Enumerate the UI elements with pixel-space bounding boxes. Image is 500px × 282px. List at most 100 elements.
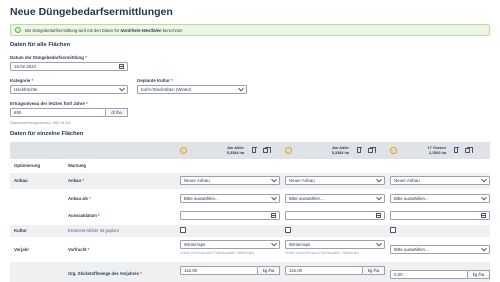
anbau-als-value: Bitte auswählen... [184, 196, 219, 201]
anbau-als-label-text: Anbau als [68, 196, 89, 201]
category-select[interactable]: Hackfrüchte [10, 85, 128, 94]
field-column-2: ✓ Am Adler 5,3384 ha [285, 142, 385, 159]
calendar-icon[interactable] [119, 64, 124, 69]
anbau-select-3[interactable]: Neuer Anbau [390, 176, 490, 185]
category-label-text: Kategorie [10, 78, 31, 83]
anbau-als-select-3[interactable]: Bitte auswählen... [390, 194, 490, 203]
anbau-select-2[interactable]: Neuer Anbau [285, 176, 385, 185]
anbau-label: Anbau * [68, 178, 84, 183]
yield-label: Ertragsniveau der letzten fünf Jahre * [10, 101, 88, 106]
info-suffix: berechnet! [162, 27, 183, 33]
vorfrucht-value: Winterraps [184, 242, 206, 247]
required-mark: * [31, 78, 34, 83]
vorfrucht-select-3[interactable]: Bitte auswählen... [390, 245, 490, 254]
calendar-icon[interactable] [481, 213, 486, 218]
anbau-value: Neuer Anbau [394, 178, 420, 183]
n-menge-value: 116,00 [184, 268, 198, 273]
yield-unit: dt /ha [106, 108, 128, 117]
required-mark: * [171, 78, 173, 83]
field-column-1: ✓ Am Adler 5,3384 ha [180, 142, 280, 159]
yield-label-text: Ertragsniveau der letzten fünf Jahre [10, 101, 85, 106]
copy-icon[interactable] [263, 147, 270, 154]
ernterest-label: Ernterest-Abfuhr ist geplant [68, 228, 119, 233]
aussaat-date-3[interactable] [390, 211, 490, 220]
anbau-label-text: Anbau [68, 178, 82, 183]
n-menge-label: Org. Stickstoffmenge des Vorjahres * [68, 271, 142, 276]
check-circle-icon[interactable]: ✓ [390, 147, 397, 154]
anbau-als-value: Bitte auswählen... [289, 196, 324, 201]
copy-icon[interactable] [368, 147, 375, 154]
date-field[interactable]: 16.02.2023 [10, 62, 128, 71]
chevron-down-icon [481, 176, 487, 182]
group-vorjahr: Vorjahr [14, 247, 30, 252]
crop-select[interactable]: Kohl-/Steckrüben (Winter) [137, 85, 247, 94]
date-label-text: Datum der Düngebedarfsermittlung [10, 55, 84, 60]
page-title-wrap: Neue Düngebedarfsermittlungen [10, 6, 173, 18]
anbau-select-1[interactable]: Neuer Anbau [180, 176, 280, 185]
chevron-down-icon [376, 240, 382, 246]
anbau-als-select-2[interactable]: Bitte auswählen... [285, 194, 385, 203]
vorfrucht-select-1[interactable]: Winterraps [180, 240, 280, 249]
copy-icon[interactable] [465, 147, 472, 154]
anbau-als-select-1[interactable]: Bitte auswählen... [180, 194, 280, 203]
category-label: Kategorie * [10, 78, 33, 83]
warnung-label: Warnung [68, 163, 86, 168]
chevron-down-icon [376, 194, 382, 200]
trash-icon[interactable] [357, 146, 362, 153]
group-optimierung: Optimierung [14, 163, 41, 168]
anbau-als-label: Anbau als * [68, 196, 91, 201]
n-menge-value: 0,00 [394, 272, 403, 277]
vorfrucht-hint-1: Letzte Vorfrucht nach Flächendaten: Wint… [180, 251, 255, 255]
info-text: Die Düngebedarfsermittlung wird mit den … [25, 28, 183, 33]
n-menge-input-2[interactable]: 116,00 [285, 266, 363, 275]
field-header: 17 Grasen 2,1500 ha [400, 146, 446, 155]
anbau-value: Neuer Anbau [289, 178, 315, 183]
info-region: Nordrhein-Westfalen [120, 27, 162, 33]
trash-icon[interactable] [454, 146, 459, 153]
crop-label-text: Geplante Kultur [137, 78, 170, 83]
vorfrucht-label: Vorfrucht * [68, 247, 89, 252]
n-menge-label-text: Org. Stickstoffmenge des Vorjahres [68, 271, 139, 276]
crop-value: Kohl-/Steckrüben (Winter) [141, 87, 192, 92]
calendar-icon[interactable] [271, 213, 276, 218]
aussaat-date-1[interactable] [180, 211, 280, 220]
trash-icon[interactable] [252, 146, 257, 153]
required-mark: * [82, 178, 84, 183]
chevron-down-icon [119, 85, 125, 91]
section-fields-title: Daten für einzelne Flächen [10, 131, 84, 137]
n-menge-input-1[interactable]: 116,00 [180, 266, 258, 275]
chevron-down-icon [271, 176, 277, 182]
field-column-3: ✓ 17 Grasen 2,1500 ha [390, 142, 490, 159]
field-size: 2,1500 ha [428, 150, 446, 155]
aussaat-label: Aussaatdatum * [68, 213, 100, 218]
check-circle-icon[interactable]: ✓ [285, 147, 292, 154]
n-menge-unit-3: kg /ha [468, 270, 490, 279]
ernterest-checkbox-1[interactable] [180, 227, 186, 233]
n-menge-value: 116,00 [289, 268, 303, 273]
yield-value: 650 [14, 110, 22, 115]
n-menge-unit-1: kg /ha [258, 266, 280, 275]
chevron-down-icon [481, 194, 487, 200]
aussaat-date-2[interactable] [285, 211, 385, 220]
required-mark: * [85, 55, 87, 60]
vorfrucht-value: Bitte auswählen... [394, 247, 429, 252]
vorfrucht-value: Winterraps [289, 242, 311, 247]
field-size: 5,3384 ha [226, 150, 244, 155]
required-mark: * [98, 213, 100, 218]
yield-input[interactable]: 650 [10, 108, 106, 117]
required-mark: * [86, 101, 88, 106]
required-mark: * [89, 196, 91, 201]
calendar-icon[interactable] [376, 213, 381, 218]
ernterest-checkbox-3[interactable] [390, 227, 396, 233]
category-value: Hackfrüchte [14, 87, 38, 92]
chevron-down-icon [481, 245, 487, 251]
yield-hint: Standardertragsniveau: 650 dt /ha [10, 120, 71, 125]
vorfrucht-hint-2: Letzte Vorfrucht nach Flächendaten: Wint… [285, 251, 360, 255]
check-circle-icon: ✓ [15, 27, 21, 33]
group-kultur: Kultur [14, 228, 27, 233]
n-menge-input-3[interactable]: 0,00 [390, 270, 468, 279]
check-circle-icon[interactable]: ✓ [180, 147, 187, 154]
crop-label: Geplante Kultur * [137, 78, 173, 83]
vorfrucht-select-2[interactable]: Winterraps [285, 240, 385, 249]
ernterest-checkbox-2[interactable] [285, 227, 291, 233]
